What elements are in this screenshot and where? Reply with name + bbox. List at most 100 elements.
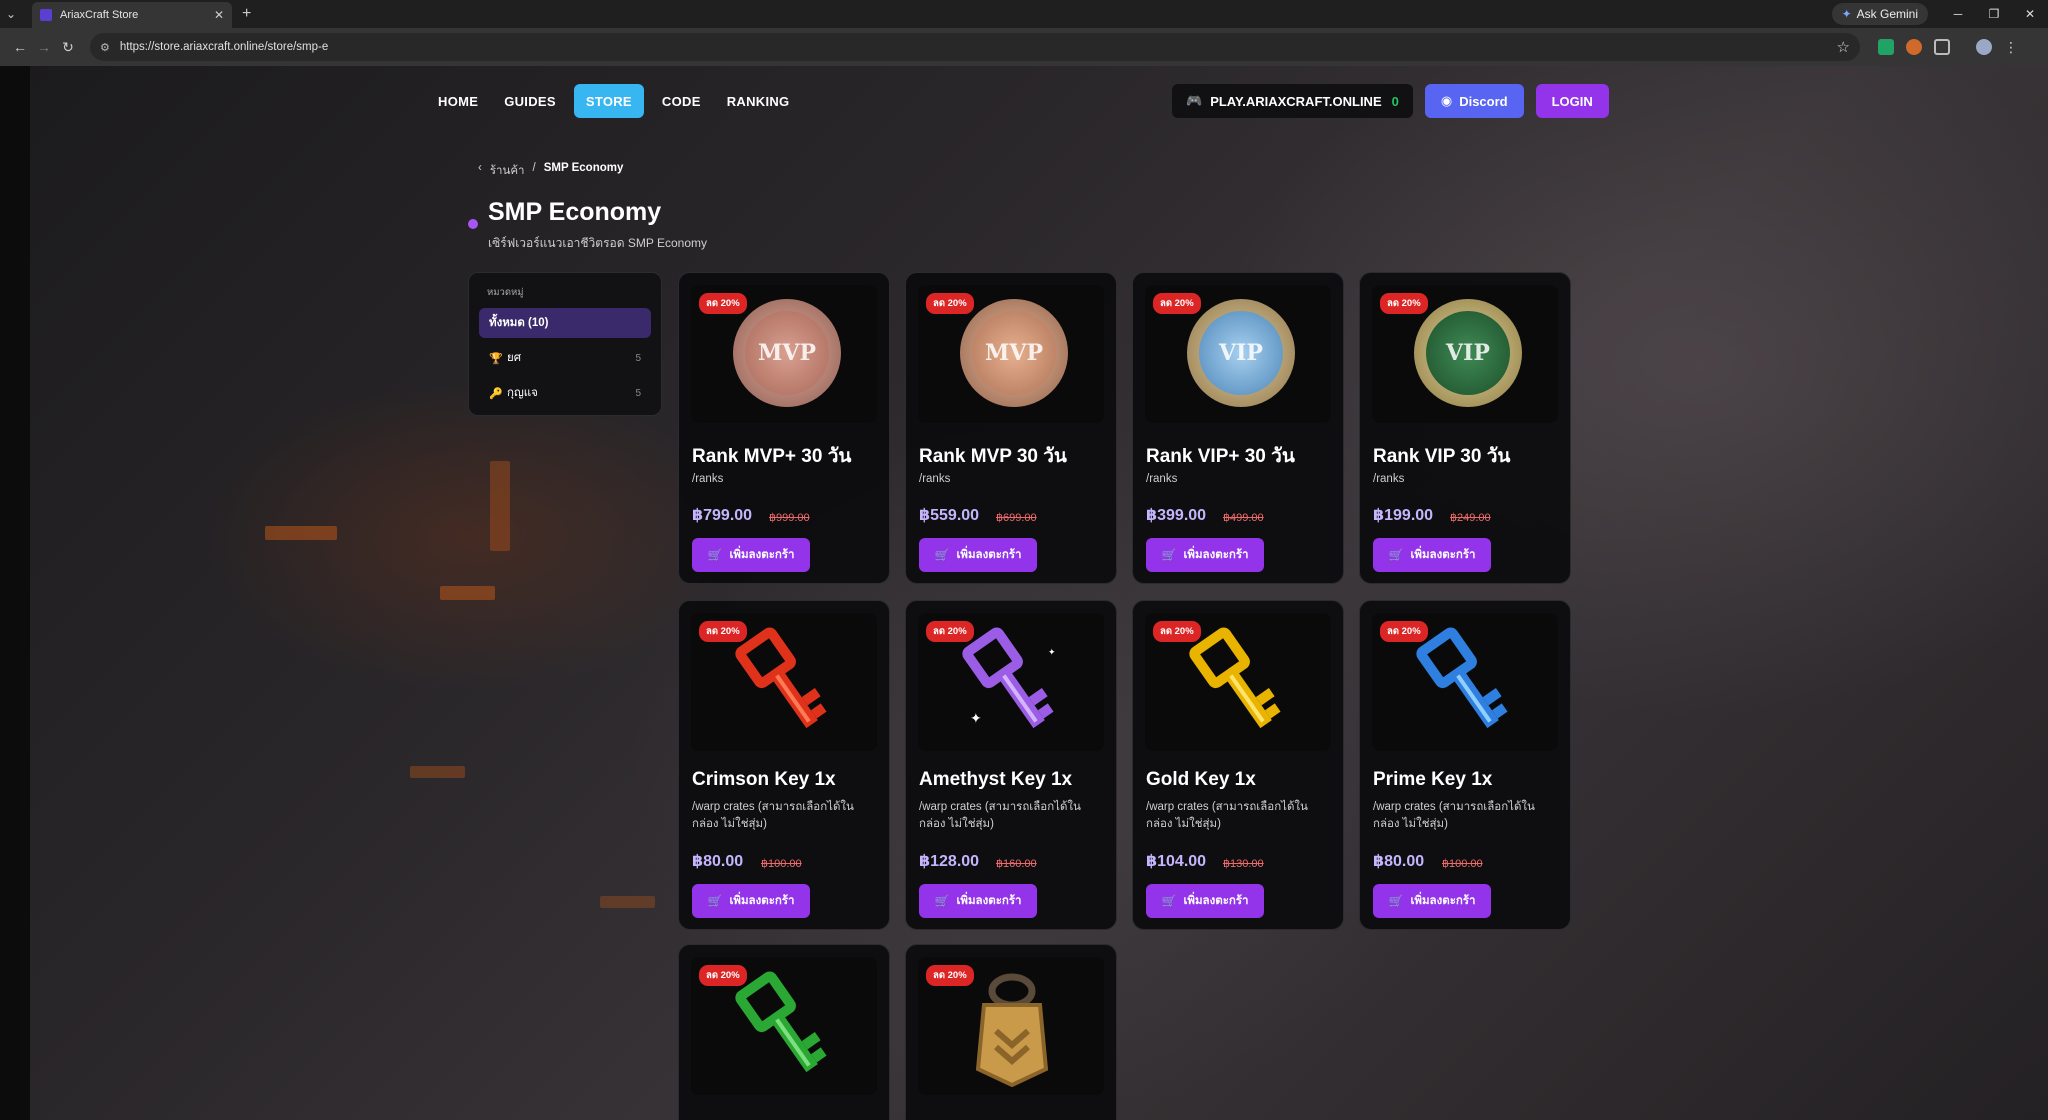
profile-avatar[interactable]	[1976, 39, 1992, 55]
discord-button[interactable]: ◉ Discord	[1424, 84, 1524, 118]
product-description: /warp crates (สามารถเลือกได้ในกล่อง ไม่ใ…	[919, 801, 1081, 830]
category-all[interactable]: ทั้งหมด (10)	[479, 308, 651, 338]
tab-search-icon[interactable]: ⌄	[0, 3, 22, 25]
background-ember	[265, 526, 337, 540]
cart-icon: 🛒	[707, 548, 723, 562]
product-name: Crimson Key 1x	[692, 769, 836, 790]
product-description: /warp crates (สามารถเลือกได้ในกล่อง ไม่ใ…	[692, 801, 854, 830]
nav-guides[interactable]: GUIDES	[496, 84, 564, 118]
discount-badge: ลด 20%	[926, 621, 974, 642]
site-info-icon[interactable]: ⚙	[100, 41, 110, 54]
close-window-icon[interactable]: ✕	[2012, 0, 2048, 28]
category-count: 5	[635, 352, 641, 364]
discord-icon: ◉	[1440, 93, 1453, 108]
vip-plus-medal-icon: VIP	[1187, 299, 1295, 407]
discount-badge: ลด 20%	[1380, 293, 1428, 314]
product-card[interactable]: ลด 20%	[905, 944, 1117, 1120]
add-to-cart-button[interactable]: 🛒 เพิ่มลงตะกร้า	[919, 884, 1037, 918]
product-card[interactable]: ลด 20% VIP Rank VIP+ 30 วัน /ranks ฿399.…	[1132, 272, 1344, 584]
product-old-price: ฿100.00	[1442, 858, 1483, 870]
category-count: 5	[635, 387, 641, 399]
nav-store[interactable]: STORE	[573, 84, 644, 118]
product-image: ลด 20% ✦ ✦	[918, 613, 1104, 751]
discount-badge: ลด 20%	[699, 621, 747, 642]
add-to-cart-button[interactable]: 🛒 เพิ่มลงตะกร้า	[692, 884, 810, 918]
add-to-cart-button[interactable]: 🛒 เพิ่มลงตะกร้า	[1373, 884, 1491, 918]
back-icon[interactable]: ←	[8, 39, 32, 55]
product-price: ฿559.00	[919, 507, 980, 524]
new-tab-icon[interactable]: +	[242, 5, 251, 23]
product-name: Rank VIP+ 30 วัน	[1146, 446, 1295, 467]
add-to-cart-button[interactable]: 🛒 เพิ่มลงตะกร้า	[1373, 538, 1491, 572]
reload-icon[interactable]: ↻	[56, 39, 80, 56]
product-card[interactable]: ลด 20% MVP Rank MVP+ 30 วัน /ranks ฿799.…	[678, 272, 890, 584]
add-to-cart-button[interactable]: 🛒 เพิ่มลงตะกร้า	[1146, 884, 1264, 918]
mvp-plus-medal-icon: MVP	[733, 299, 841, 407]
page-title: SMP Economy	[488, 198, 662, 226]
cart-icon: 🛒	[1388, 548, 1404, 562]
scroll-shade	[0, 66, 30, 1120]
sheets-extension-icon[interactable]	[1878, 39, 1894, 55]
add-to-cart-label: เพิ่มลงตะกร้า	[1410, 895, 1476, 907]
category-rank[interactable]: 🏆 ยศ 5	[479, 343, 651, 373]
nav-home[interactable]: HOME	[430, 84, 486, 118]
product-old-price: ฿160.00	[996, 858, 1037, 870]
rank-tag-icon	[975, 973, 1049, 1087]
minimize-icon[interactable]: ─	[1940, 0, 1976, 28]
add-to-cart-label: เพิ่มลงตะกร้า	[729, 895, 795, 907]
product-card[interactable]: ลด 20% VIP Rank VIP 30 วัน /ranks ฿199.0…	[1359, 272, 1571, 584]
vip-medal-icon: VIP	[1414, 299, 1522, 407]
category-key[interactable]: 🔑 กุญแจ 5	[479, 378, 651, 408]
restore-icon[interactable]: ❐	[1976, 0, 2012, 28]
product-card[interactable]: ลด 20% Gold Key 1x /warp crates (สามารถเ…	[1132, 600, 1344, 930]
login-button[interactable]: LOGIN	[1535, 84, 1609, 118]
product-card[interactable]: ลด 20% Prime Key 1x /warp crates (สามารถ…	[1359, 600, 1571, 930]
add-to-cart-button[interactable]: 🛒 เพิ่มลงตะกร้า	[1146, 538, 1264, 572]
product-card[interactable]: ลด 20% Crimson Key 1x /warp crates (สามา…	[678, 600, 890, 930]
trophy-icon: 🏆	[489, 352, 503, 365]
puzzle-extensions-icon[interactable]	[1934, 39, 1950, 55]
gemini-spark-icon: ✦	[1841, 7, 1852, 21]
nav-ranking[interactable]: RANKING	[719, 84, 798, 118]
product-old-price: ฿499.00	[1223, 512, 1264, 524]
product-price: ฿80.00	[1373, 853, 1425, 870]
add-to-cart-button[interactable]: 🛒 เพิ่มลงตะกร้า	[692, 538, 810, 572]
product-card[interactable]: ลด 20% ✦ ✦ Amethyst Key 1x /warp crates (…	[905, 600, 1117, 930]
forward-icon[interactable]: →	[32, 39, 56, 55]
product-image: ลด 20%	[918, 957, 1104, 1095]
product-old-price: ฿100.00	[761, 858, 802, 870]
bookmark-star-icon[interactable]: ☆	[1837, 38, 1850, 56]
product-name: Rank MVP 30 วัน	[919, 446, 1067, 467]
header-actions: 🎮 PLAY.ARIAXCRAFT.ONLINE 0 ◉ Discord LOG…	[1172, 84, 1609, 118]
product-card[interactable]: ลด 20%	[678, 944, 890, 1120]
nav-code[interactable]: CODE	[654, 84, 709, 118]
add-to-cart-button[interactable]: 🛒 เพิ่มลงตะกร้า	[919, 538, 1037, 572]
category-label: ทั้งหมด (10)	[489, 317, 549, 329]
online-count: 0	[1391, 93, 1399, 109]
browser-tab[interactable]: AriaxCraft Store ✕	[32, 2, 232, 28]
extension-icon[interactable]	[1906, 39, 1922, 55]
server-address-pill[interactable]: 🎮 PLAY.ARIAXCRAFT.ONLINE 0	[1172, 84, 1413, 118]
product-description: /ranks	[1373, 473, 1405, 485]
product-name: Amethyst Key 1x	[919, 769, 1073, 790]
category-sidebar: หมวดหมู่ ทั้งหมด (10) 🏆 ยศ 5 🔑 กุญแจ 5	[468, 272, 662, 416]
background-ember	[490, 461, 510, 551]
site-nav: HOME GUIDES STORE CODE RANKING	[430, 84, 797, 118]
prime-key-icon	[1416, 627, 1508, 729]
product-description: /ranks	[692, 473, 724, 485]
url-field[interactable]: ⚙ https://store.ariaxcraft.online/store/…	[90, 33, 1860, 61]
product-price: ฿104.00	[1146, 853, 1207, 870]
address-bar-row: ← → ↻ ⚙ https://store.ariaxcraft.online/…	[0, 28, 2048, 66]
add-to-cart-label: เพิ่มลงตะกร้า	[1183, 549, 1249, 561]
menu-kebab-icon[interactable]: ⋮	[2004, 39, 2018, 56]
discount-badge: ลด 20%	[1153, 293, 1201, 314]
gamepad-icon: 🎮	[1186, 93, 1203, 108]
product-card[interactable]: ลด 20% MVP Rank MVP 30 วัน /ranks ฿559.0…	[905, 272, 1117, 584]
breadcrumb-store[interactable]: ร้านค้า	[490, 162, 525, 180]
product-old-price: ฿699.00	[996, 512, 1037, 524]
product-image: ลด 20% VIP	[1145, 285, 1331, 423]
title-dot	[468, 219, 478, 229]
ask-gemini-button[interactable]: ✦ Ask Gemini	[1831, 3, 1928, 25]
chevron-left-icon[interactable]: ‹	[478, 162, 482, 180]
tab-close-icon[interactable]: ✕	[214, 8, 224, 22]
